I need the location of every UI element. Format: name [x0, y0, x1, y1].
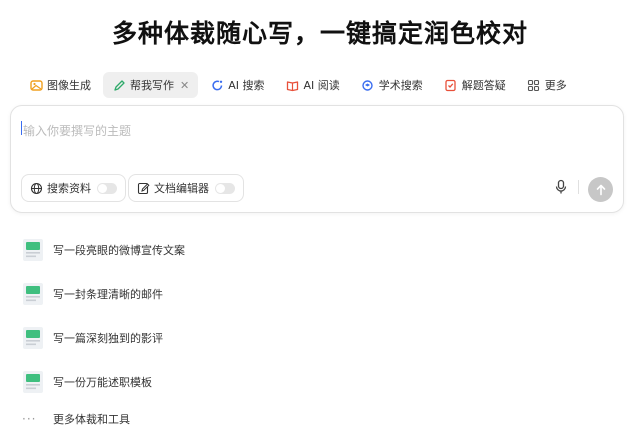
microphone-icon[interactable] [553, 179, 569, 195]
document-thumbnail-icon [22, 326, 44, 350]
feature-tabs: 图像生成 帮我写作 ✕ AI 搜索 AI 阅读 学术搜索 解题答疑 更多 [20, 72, 579, 98]
tab-ai-search[interactable]: AI 搜索 [201, 72, 273, 98]
more-genres-link[interactable]: ··· 更多体裁和工具 [22, 404, 185, 434]
globe-icon [30, 182, 43, 195]
document-thumbnail-icon [22, 282, 44, 306]
list-item-label: 写一封条理清晰的邮件 [53, 288, 163, 301]
doc-editor-label: 文档编辑器 [154, 182, 209, 195]
close-icon[interactable]: ✕ [180, 79, 189, 92]
tab-label: 帮我写作 [130, 79, 174, 92]
tab-more[interactable]: 更多 [518, 72, 576, 98]
suggestion-list: 写一段亮眼的微博宣传文案 写一封条理清晰的邮件 写一篇深刻独到的影评 写一份万能… [22, 228, 185, 434]
list-item-label: 写一段亮眼的微博宣传文案 [53, 244, 185, 257]
tab-label: 解题答疑 [461, 79, 506, 92]
tab-label: AI 搜索 [228, 79, 265, 92]
tab-label: 学术搜索 [378, 79, 423, 92]
grid-more-icon [527, 78, 541, 92]
list-item[interactable]: 写一份万能述职模板 [22, 360, 185, 404]
topic-input[interactable] [21, 120, 585, 142]
list-item[interactable]: 写一封条理清晰的邮件 [22, 272, 185, 316]
list-item-label: 写一份万能述职模板 [53, 376, 152, 389]
document-thumbnail-icon [22, 238, 44, 262]
academic-icon [361, 78, 375, 92]
tab-academic-search[interactable]: 学术搜索 [352, 72, 432, 98]
more-genres-label: 更多体裁和工具 [53, 413, 130, 426]
tab-label: AI 阅读 [303, 79, 340, 92]
tab-label: 更多 [544, 79, 567, 92]
page-title: 多种体裁随心写，一键搞定润色校对 [111, 19, 528, 48]
search-materials-label: 搜索资料 [47, 182, 91, 195]
arrow-up-icon [596, 184, 605, 195]
doc-editor-switch[interactable] [215, 182, 235, 194]
book-icon [285, 78, 299, 92]
tab-help-write[interactable]: 帮我写作 ✕ [103, 72, 199, 98]
send-button[interactable] [588, 177, 613, 202]
document-thumbnail-icon [22, 370, 44, 394]
text-caret [21, 121, 22, 135]
doc-editor-toggle[interactable]: 文档编辑器 [128, 174, 244, 202]
tab-ai-read[interactable]: AI 阅读 [276, 72, 348, 98]
edit-doc-icon [137, 182, 150, 195]
list-item[interactable]: 写一篇深刻独到的影评 [22, 316, 185, 360]
exam-icon [444, 78, 458, 92]
tab-solve-questions[interactable]: 解题答疑 [435, 72, 515, 98]
ellipsis-icon: ··· [22, 412, 37, 426]
tab-image-gen[interactable]: 图像生成 [20, 72, 100, 98]
search-materials-toggle[interactable]: 搜索资料 [21, 174, 126, 202]
list-item[interactable]: 写一段亮眼的微博宣传文案 [22, 228, 185, 272]
ai-search-icon [210, 78, 224, 92]
image-gen-icon [29, 78, 43, 92]
list-item-label: 写一篇深刻独到的影评 [53, 332, 163, 345]
divider [578, 180, 579, 194]
pen-icon [112, 78, 126, 92]
tab-label: 图像生成 [47, 79, 91, 92]
composer-box: 搜索资料 文档编辑器 [10, 105, 624, 213]
search-materials-switch[interactable] [97, 182, 117, 194]
